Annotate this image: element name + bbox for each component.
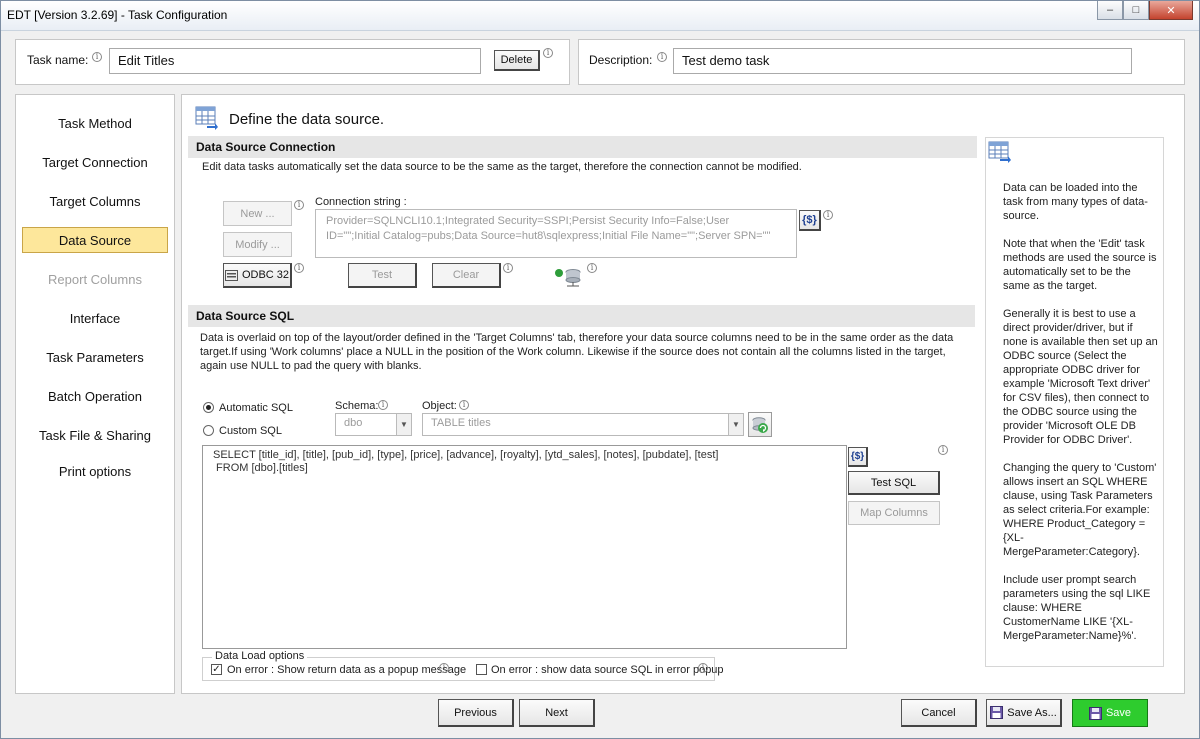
test-connection-button[interactable]: Test — [348, 263, 417, 288]
title-bar: EDT [Version 3.2.69] - Task Configuratio… — [1, 1, 1199, 31]
cancel-button[interactable]: Cancel — [901, 699, 977, 727]
modify-connection-button[interactable]: Modify ... — [223, 232, 292, 257]
connection-parameter-button[interactable]: {$} — [799, 210, 821, 231]
window-title: EDT [Version 3.2.69] - Task Configuratio… — [7, 8, 228, 22]
info-icon[interactable]: i — [657, 52, 667, 62]
save-icon — [1088, 706, 1102, 720]
automatic-sql-label: Automatic SQL — [219, 402, 293, 414]
option-sql-in-popup-checkbox[interactable] — [476, 664, 487, 675]
option-sql-in-popup-label: On error : show data source SQL in error… — [491, 664, 724, 676]
option-popup-data-checkbox[interactable]: ✓ — [211, 664, 222, 675]
save-as-label: Save As... — [1007, 706, 1057, 719]
connection-status-icon — [555, 269, 581, 287]
task-name-panel: Task name: i Edit Titles Delete i — [15, 39, 570, 85]
close-icon[interactable]: ✕ — [1149, 1, 1193, 20]
automatic-sql-radio[interactable] — [203, 402, 214, 413]
description-input[interactable]: Test demo task — [673, 48, 1132, 74]
info-icon[interactable]: i — [294, 200, 304, 210]
sidebar-item-task-parameters[interactable]: Task Parameters — [22, 344, 168, 370]
info-icon[interactable]: i — [823, 210, 833, 220]
chevron-down-icon: ▼ — [396, 414, 411, 435]
connection-string-field[interactable]: Provider=SQLNCLI10.1;Integrated Security… — [315, 209, 797, 258]
sidebar-item-task-file-sharing[interactable]: Task File & Sharing — [22, 422, 168, 448]
info-icon[interactable]: i — [938, 445, 948, 455]
option-popup-data-label: On error : Show return data as a popup m… — [227, 664, 467, 676]
main-panel: Define the data source. Data Source Conn… — [181, 94, 1185, 694]
info-icon[interactable]: i — [587, 263, 597, 273]
chevron-down-icon: ▼ — [728, 414, 743, 435]
refresh-objects-button[interactable] — [748, 412, 772, 437]
help-paragraph: Changing the query to 'Custom' allows in… — [1003, 462, 1157, 558]
sidebar-item-print-options[interactable]: Print options — [22, 458, 168, 484]
description-panel: Description: i Test demo task — [578, 39, 1185, 85]
sidebar-item-target-columns[interactable]: Target Columns — [22, 188, 168, 214]
task-name-label: Task name: — [27, 53, 89, 67]
task-name-input[interactable]: Edit Titles — [109, 48, 481, 74]
info-icon[interactable]: i — [543, 48, 553, 58]
connection-note: Edit data tasks automatically set the da… — [202, 161, 802, 173]
map-columns-button[interactable]: Map Columns — [848, 501, 940, 525]
sql-note: Data is overlaid on top of the layout/or… — [200, 332, 954, 372]
info-icon[interactable]: i — [503, 263, 513, 273]
info-icon[interactable]: i — [459, 400, 469, 410]
sidebar: Task Method Target Connection Target Col… — [15, 94, 175, 694]
help-paragraph: Note that when the 'Edit' task methods a… — [1003, 238, 1157, 292]
description-label: Description: — [589, 53, 653, 67]
schema-select[interactable]: dbo ▼ — [335, 413, 412, 436]
info-icon[interactable]: i — [439, 663, 449, 673]
sidebar-item-batch-operation[interactable]: Batch Operation — [22, 383, 168, 409]
sql-query-editor[interactable]: SELECT [title_id], [title], [pub_id], [t… — [202, 445, 847, 649]
help-paragraph: Include user prompt search parameters us… — [1003, 574, 1151, 642]
odbc-icon — [224, 269, 238, 281]
data-load-options-legend: Data Load options — [212, 650, 308, 662]
connection-section-header: Data Source Connection — [188, 136, 977, 158]
sidebar-item-report-columns[interactable]: Report Columns — [22, 266, 168, 292]
previous-button[interactable]: Previous — [438, 699, 514, 727]
save-as-icon — [990, 706, 1004, 719]
test-sql-button[interactable]: Test SQL — [848, 471, 940, 495]
custom-sql-label: Custom SQL — [219, 425, 282, 437]
clear-connection-button[interactable]: Clear — [432, 263, 501, 288]
save-label: Save — [1105, 707, 1132, 719]
sidebar-item-target-connection[interactable]: Target Connection — [22, 149, 168, 175]
next-button[interactable]: Next — [519, 699, 595, 727]
delete-button[interactable]: Delete — [494, 50, 540, 71]
minimize-icon[interactable]: – — [1097, 1, 1123, 20]
maximize-icon[interactable]: □ — [1123, 1, 1149, 20]
new-connection-button[interactable]: New ... — [223, 201, 292, 226]
info-icon[interactable]: i — [698, 663, 708, 673]
object-value: TABLE titles — [431, 417, 491, 429]
schema-value: dbo — [344, 417, 363, 429]
sidebar-item-data-source[interactable]: Data Source — [22, 227, 168, 253]
schema-label: Schema: — [335, 400, 379, 412]
save-button[interactable]: Save — [1072, 699, 1148, 727]
connection-string-label: Connection string : — [315, 196, 407, 208]
help-paragraph: Data can be loaded into the task from ma… — [1003, 182, 1148, 222]
info-icon[interactable]: i — [294, 263, 304, 273]
data-source-icon — [195, 106, 218, 130]
database-refresh-icon — [752, 416, 768, 433]
data-source-icon — [988, 141, 1011, 163]
object-select[interactable]: TABLE titles ▼ — [422, 413, 744, 436]
object-label: Object: — [422, 400, 457, 412]
odbc32-button[interactable]: ODBC 32 — [223, 263, 292, 288]
task-configuration-window: EDT [Version 3.2.69] - Task Configuratio… — [0, 0, 1200, 739]
help-panel: Data can be loaded into the task from ma… — [985, 137, 1164, 667]
help-paragraph: Generally it is best to use a direct pro… — [1003, 308, 1158, 446]
info-icon[interactable]: i — [92, 52, 102, 62]
sql-parameter-button[interactable]: {$} — [848, 447, 868, 467]
info-icon[interactable]: i — [378, 400, 388, 410]
save-as-button[interactable]: Save As... — [986, 699, 1062, 727]
sql-section-header: Data Source SQL — [188, 305, 975, 327]
custom-sql-radio[interactable] — [203, 425, 214, 436]
sidebar-item-interface[interactable]: Interface — [22, 305, 168, 331]
odbc32-label: ODBC 32 — [241, 269, 290, 281]
sidebar-item-task-method[interactable]: Task Method — [22, 110, 168, 136]
page-title: Define the data source. — [229, 111, 385, 128]
